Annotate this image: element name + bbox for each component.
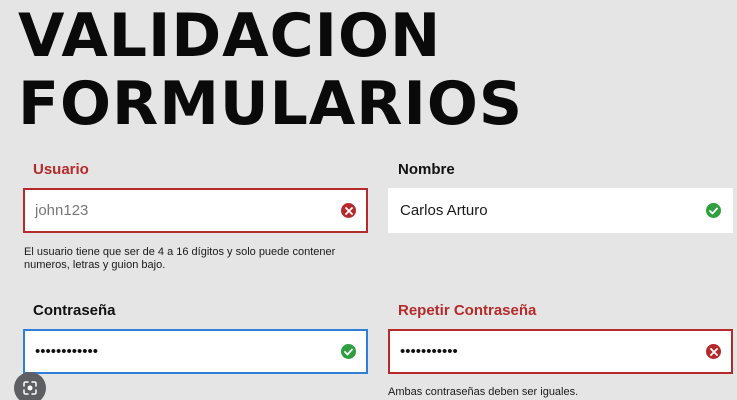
check-circle-icon — [706, 203, 721, 218]
title-line-2: FORMULARIOS — [18, 69, 524, 139]
nombre-label: Nombre — [398, 161, 455, 178]
repetir-contrasena-field[interactable]: ••••••••••• — [388, 329, 733, 374]
contrasena-field[interactable]: •••••••••••• — [23, 329, 368, 374]
title-line-1: VALIDACION — [18, 1, 442, 71]
repetir-contrasena-value[interactable]: ••••••••••• — [400, 343, 706, 360]
usuario-field[interactable]: john123 — [23, 188, 368, 233]
usuario-value[interactable]: john123 — [35, 202, 341, 219]
repetir-contrasena-help-text: Ambas contraseñas deben ser iguales. — [388, 386, 579, 398]
nombre-value[interactable]: Carlos Arturo — [400, 202, 706, 219]
check-circle-icon — [341, 344, 356, 359]
usuario-help-text: El usuario tiene que ser de 4 a 16 dígit… — [24, 246, 336, 271]
x-circle-icon — [341, 203, 356, 218]
repetir-contrasena-label: Repetir Contraseña — [398, 302, 537, 319]
x-circle-icon — [706, 344, 721, 359]
nombre-field[interactable]: Carlos Arturo — [388, 188, 733, 233]
lens-search-icon[interactable] — [14, 372, 46, 400]
contrasena-value[interactable]: •••••••••••• — [35, 343, 341, 360]
page-title: VALIDACION FORMULARIOS — [18, 2, 523, 138]
usuario-label: Usuario — [33, 161, 89, 178]
contrasena-label: Contraseña — [33, 302, 116, 319]
